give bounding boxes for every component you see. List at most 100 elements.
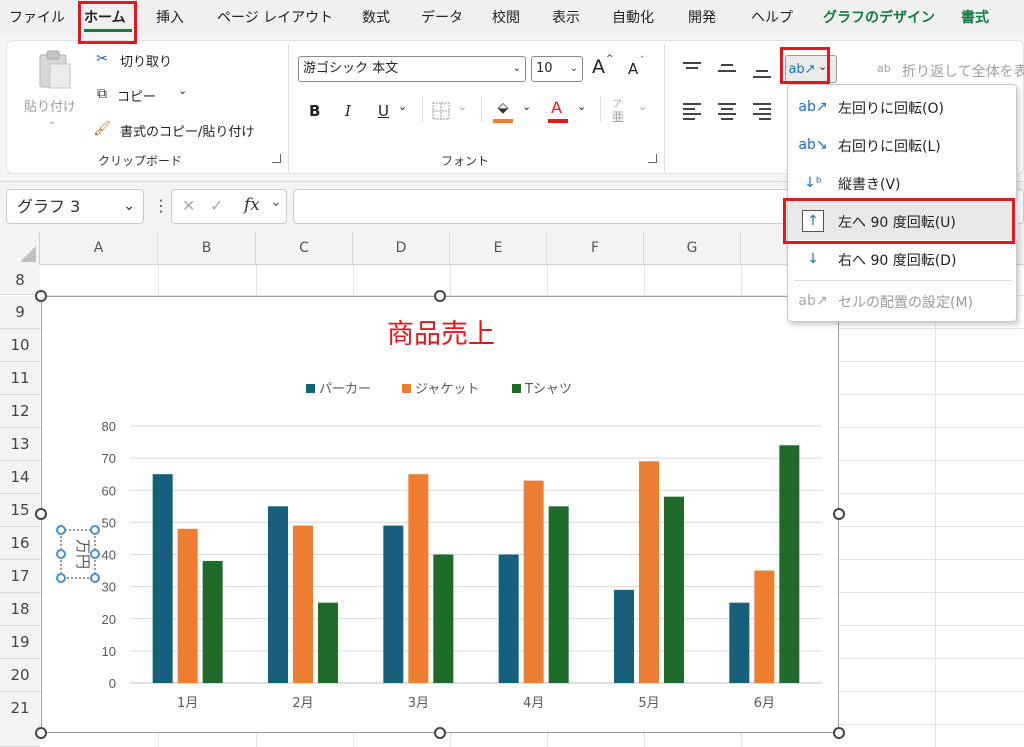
column-header-d[interactable]: D [353,232,450,265]
chart-resize-handle[interactable] [833,508,845,520]
chart-resize-handle[interactable] [833,727,845,739]
clipboard-launcher[interactable] [272,154,281,163]
menu-item-vertical-text[interactable]: ↓ᵇ 縦書き(V) [788,164,1018,202]
chart-resize-handle[interactable] [434,290,446,302]
align-top-icon[interactable] [683,62,701,76]
font-color-swatch [548,119,568,123]
selection-handle[interactable] [56,573,66,583]
more-icon[interactable]: ⋮ [153,196,169,215]
column-header-e[interactable]: E [450,232,547,265]
row-header-16[interactable]: 16 [0,527,40,560]
insert-function-button[interactable]: fx [244,195,260,215]
chart-resize-handle[interactable] [35,508,47,520]
format-painter-button[interactable]: 書式のコピー/貼り付け [120,121,254,140]
copy-button[interactable]: コピー [117,86,156,105]
chart-resize-handle[interactable] [35,727,47,739]
row-header-19[interactable]: 19 [0,626,40,659]
row-header-13[interactable]: 13 [0,428,40,461]
grow-font-button[interactable]: A [592,56,605,78]
tab-developer[interactable]: 開発 [688,0,716,36]
paste-button[interactable]: 貼り付け ⌄ [22,44,86,134]
align-middle-icon[interactable] [718,62,736,78]
tab-help[interactable]: ヘルプ [751,0,793,36]
align-right-icon[interactable] [753,103,771,121]
row-header-12[interactable]: 12 [0,395,40,428]
selection-handle[interactable] [56,549,66,559]
underline-button[interactable]: U [378,102,389,120]
selection-handle[interactable] [56,525,66,535]
tab-automate[interactable]: 自動化 [612,0,654,36]
border-icon[interactable] [432,102,450,120]
x-tick-label: 3月 [408,696,429,711]
menu-item-angle-ccw[interactable]: ab↗ 左回りに回転(O) [788,88,1018,126]
select-all-button[interactable] [0,232,40,265]
tab-review[interactable]: 校閲 [492,0,520,36]
column-header-f[interactable]: F [547,232,644,265]
enter-icon[interactable]: ✓ [210,196,223,215]
clipboard-group-label: クリップボード [98,154,183,168]
font-name-select[interactable]: 游ゴシック 本文 ⌄ [298,56,526,82]
fill-color-icon[interactable]: ⬙ [493,99,513,117]
column-header-c[interactable]: C [256,232,353,265]
select-all-icon [20,246,36,262]
y-axis-title[interactable]: 万円 [74,539,92,569]
row-header-10[interactable]: 10 [0,329,40,362]
tab-chart-design[interactable]: グラフのデザイン [823,0,935,36]
bar-2-4 [523,480,544,683]
selection-handle[interactable] [90,525,100,535]
menu-item-rotate-down[interactable]: ↓ 右へ 90 度回転(D) [788,240,1018,278]
chart-legend[interactable]: パーカー ジャケット Tシャツ [306,382,572,397]
legend-label: Tシャツ [524,382,572,397]
font-color-button[interactable]: A [551,98,562,117]
menu-item-format-alignment[interactable]: ab↗ セルの配置の設定(M) [788,282,1018,320]
shrink-font-button[interactable]: A [628,60,638,78]
chart-title[interactable]: 商品売上 [387,319,495,349]
row-header-14[interactable]: 14 [0,461,40,494]
align-left-icon[interactable] [683,103,701,121]
row-header-21[interactable]: 21 [0,692,40,747]
cut-button[interactable]: 切り取り [120,51,172,70]
chart-resize-handle[interactable] [35,290,47,302]
row-header-17[interactable]: 17 [0,560,40,593]
selection-handle[interactable] [90,549,100,559]
column-header-g[interactable]: G [644,232,741,265]
cancel-icon[interactable]: ✕ [182,196,195,215]
fill-color-swatch [493,119,513,123]
align-center-icon[interactable] [718,103,736,121]
row-header-18[interactable]: 18 [0,593,40,626]
tab-file[interactable]: ファイル [9,0,65,36]
name-box[interactable]: グラフ 3 ⌄ [6,189,144,224]
column-header-b[interactable]: B [158,232,256,265]
tab-insert[interactable]: 挿入 [156,0,184,36]
row-header-9[interactable]: 9 [0,296,40,329]
y-tick-label: 40 [102,548,116,563]
row-header-11[interactable]: 11 [0,362,40,395]
tab-view[interactable]: 表示 [552,0,580,36]
y-tick-label: 10 [102,644,116,659]
chart-area[interactable]: 商品売上 パーカー ジャケット Tシャツ 0 10 20 30 40 50 60 70 80 1月 2… [41,296,839,733]
font-name-value: 游ゴシック 本文 [303,61,399,76]
bar-3-1 [202,560,223,683]
tab-formulas[interactable]: 数式 [362,0,390,36]
row-header-20[interactable]: 20 [0,659,40,692]
row-header-15[interactable]: 15 [0,494,40,527]
y-axis-title-box[interactable]: 万円 [56,525,100,583]
x-tick-label: 2月 [292,696,313,711]
phonetic-button[interactable]: 亜 [612,108,624,125]
bar-2-6 [754,570,775,683]
selection-handle[interactable] [90,573,100,583]
row-header-8[interactable]: 8 [0,265,40,295]
align-bottom-icon[interactable] [753,62,771,80]
tab-page-layout[interactable]: ページ レイアウト [217,0,333,36]
menu-item-label: セルの配置の設定(M) [838,295,974,311]
bold-button[interactable]: B [309,102,320,120]
menu-item-angle-cw[interactable]: ab↘ 右回りに回転(L) [788,126,1018,164]
chart-resize-handle[interactable] [434,727,446,739]
font-launcher[interactable] [648,154,657,163]
italic-button[interactable]: I [345,102,351,120]
wrap-text-button[interactable]: 折り返して全体を表 [902,61,1024,81]
column-header-a[interactable]: A [40,232,158,265]
font-size-select[interactable]: 10 ⌄ [531,56,583,82]
tab-format[interactable]: 書式 [961,0,989,36]
tab-data[interactable]: データ [421,0,463,36]
